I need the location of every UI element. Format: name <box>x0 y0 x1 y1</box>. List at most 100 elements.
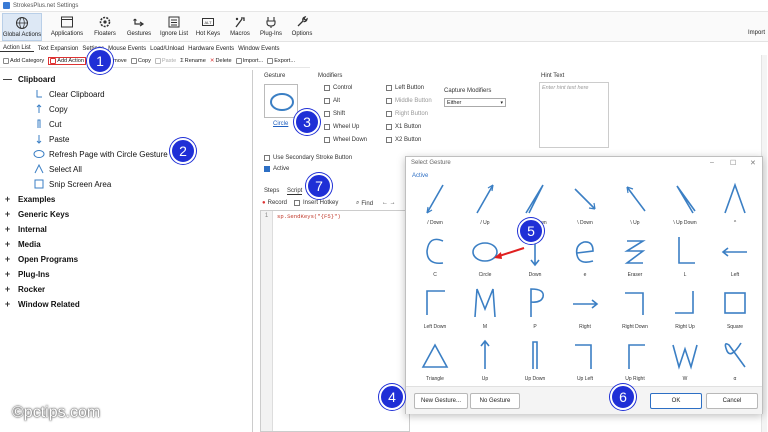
nav-arrows-icon[interactable]: ← → <box>382 200 396 206</box>
add-action-button[interactable]: Add Action <box>48 57 86 65</box>
script-code[interactable]: sp.SendKeys("{F5}") <box>277 213 341 220</box>
secondary-stroke-checkbox[interactable]: Use Secondary Stroke Button <box>264 155 352 161</box>
no-gesture-button[interactable]: No Gesture <box>470 393 520 409</box>
add-category-button[interactable]: Add Category <box>3 58 44 64</box>
gesture-cell[interactable]: Up Left <box>560 337 610 389</box>
gesture-cell[interactable]: M <box>460 285 510 337</box>
modifier-alt[interactable]: Alt <box>324 98 340 104</box>
modifier-middle-button[interactable]: Middle Button <box>386 98 432 104</box>
gesture-cell[interactable]: Right <box>560 285 610 337</box>
gesture-cell[interactable]: W <box>660 337 710 389</box>
tree-item-refresh-page[interactable]: Refresh Page with Circle Gesture <box>33 149 168 159</box>
tree-item-copy[interactable]: Copy <box>33 104 68 114</box>
gesture-cell[interactable]: \ Up Down <box>660 181 710 233</box>
maximize-icon[interactable]: ☐ <box>730 159 736 167</box>
expand-icon[interactable]: + <box>3 224 12 234</box>
modifier-left-button[interactable]: Left Button <box>386 85 424 91</box>
expand-icon[interactable]: + <box>3 209 12 219</box>
gesture-cell[interactable]: α <box>710 337 760 389</box>
gesture-cell[interactable]: \ Up <box>610 181 660 233</box>
tree-group-internal[interactable]: + Internal <box>3 224 47 234</box>
tree-item-cut[interactable]: Cut <box>33 119 61 129</box>
gesture-name-link[interactable]: Circle <box>273 121 288 127</box>
ok-button[interactable]: OK <box>650 393 702 409</box>
copy-button[interactable]: Copy <box>130 58 151 64</box>
export-button[interactable]: Export... <box>267 58 295 64</box>
modifier-wheel-up[interactable]: Wheel Up <box>324 124 359 130</box>
gesture-cell[interactable]: e <box>560 233 610 285</box>
gestures-button[interactable]: Gestures <box>124 13 154 41</box>
dialog-tab-active[interactable]: Active <box>412 173 428 179</box>
cancel-button[interactable]: Cancel <box>706 393 758 409</box>
delete-button[interactable]: ✕ Delete <box>210 58 232 64</box>
collapse-icon[interactable]: — <box>3 74 12 84</box>
tab-steps[interactable]: Steps <box>264 188 279 194</box>
modifier-x1-button[interactable]: X1 Button <box>386 124 421 130</box>
tree-group-plug-ins[interactable]: + Plug-Ins <box>3 269 50 279</box>
tree-group-window-related[interactable]: + Window Related <box>3 299 80 309</box>
gesture-cell[interactable]: Up Down <box>510 337 560 389</box>
macros-button[interactable]: Macros <box>226 13 254 41</box>
gesture-cell[interactable]: Eraser <box>610 233 660 285</box>
tab-load-unload[interactable]: Load/Unload <box>150 46 184 52</box>
ignore-list-button[interactable]: Ignore List <box>158 13 190 41</box>
global-actions-button[interactable]: Global Actions <box>2 13 42 41</box>
gesture-cell[interactable]: Square <box>710 285 760 337</box>
gesture-cell[interactable]: C <box>410 233 460 285</box>
tree-item-paste[interactable]: Paste <box>33 134 69 144</box>
tree-group-examples[interactable]: + Examples <box>3 194 56 204</box>
gesture-cell[interactable]: ^ <box>710 181 760 233</box>
gesture-cell[interactable]: Up <box>460 337 510 389</box>
gesture-preview[interactable] <box>264 84 298 118</box>
expand-icon[interactable]: + <box>3 269 12 279</box>
minimize-icon[interactable]: – <box>710 159 714 166</box>
expand-icon[interactable]: + <box>3 254 12 264</box>
insert-hotkey-button[interactable]: Insert Hotkey <box>294 200 338 206</box>
new-gesture-button[interactable]: New Gesture... <box>414 393 468 409</box>
rename-button[interactable]: Σ Rename <box>180 58 206 64</box>
gesture-cell[interactable]: / Up <box>460 181 510 233</box>
tree-item-clear-clipboard[interactable]: Clear Clipboard <box>33 89 105 99</box>
gesture-cell[interactable]: Left Down <box>410 285 460 337</box>
hot-keys-button[interactable]: ALT Hot Keys <box>194 13 222 41</box>
import-ribbon-label[interactable]: Import <box>748 30 765 36</box>
modifier-wheel-down[interactable]: Wheel Down <box>324 137 367 143</box>
tree-group-generic-keys[interactable]: + Generic Keys <box>3 209 69 219</box>
applications-button[interactable]: Applications <box>48 13 86 41</box>
tree-item-select-all[interactable]: Select All <box>33 164 82 174</box>
capture-modifiers-select[interactable]: Either ▾ <box>444 98 506 107</box>
modifier-control[interactable]: Control <box>324 85 352 91</box>
tab-script[interactable]: Script <box>287 188 303 195</box>
tab-text-expansion[interactable]: Text Expansion <box>38 46 79 52</box>
expand-icon[interactable]: + <box>3 299 12 309</box>
modifier-right-button[interactable]: Right Button <box>386 111 428 117</box>
gesture-cell[interactable]: Triangle <box>410 337 460 389</box>
gesture-cell[interactable]: Left <box>710 233 760 285</box>
active-checkbox[interactable]: Active <box>264 166 289 172</box>
plug-ins-button[interactable]: Plug-Ins <box>258 13 284 41</box>
gesture-cell[interactable]: Right Up <box>660 285 710 337</box>
expand-icon[interactable]: + <box>3 194 12 204</box>
tab-action-list[interactable]: Action List <box>0 45 34 52</box>
gesture-cell[interactable]: L <box>660 233 710 285</box>
floaters-button[interactable]: Floaters <box>90 13 120 41</box>
paste-button[interactable]: Paste <box>154 58 176 64</box>
tree-group-media[interactable]: + Media <box>3 239 41 249</box>
expand-icon[interactable]: + <box>3 284 12 294</box>
hint-text-input[interactable]: Enter hint text here <box>539 82 609 148</box>
tree-group-rocker[interactable]: + Rocker <box>3 284 45 294</box>
tab-hardware-events[interactable]: Hardware Events <box>188 46 234 52</box>
tree-group-open-programs[interactable]: + Open Programs <box>3 254 78 264</box>
options-button[interactable]: Options <box>288 13 316 41</box>
gesture-cell[interactable]: \ Down <box>560 181 610 233</box>
find-button[interactable]: ⌕ Find <box>356 200 373 207</box>
gesture-cell[interactable]: P <box>510 285 560 337</box>
gesture-cell[interactable]: / Down <box>410 181 460 233</box>
gesture-cell[interactable]: Up Right <box>610 337 660 389</box>
modifier-shift[interactable]: Shift <box>324 111 345 117</box>
tree-group-clipboard[interactable]: — Clipboard <box>3 74 55 84</box>
tab-window-events[interactable]: Window Events <box>238 46 279 52</box>
tab-mouse-events[interactable]: Mouse Events <box>108 46 146 52</box>
tree-item-snip-screen[interactable]: Snip Screen Area <box>33 179 111 189</box>
gesture-cell[interactable]: Right Down <box>610 285 660 337</box>
